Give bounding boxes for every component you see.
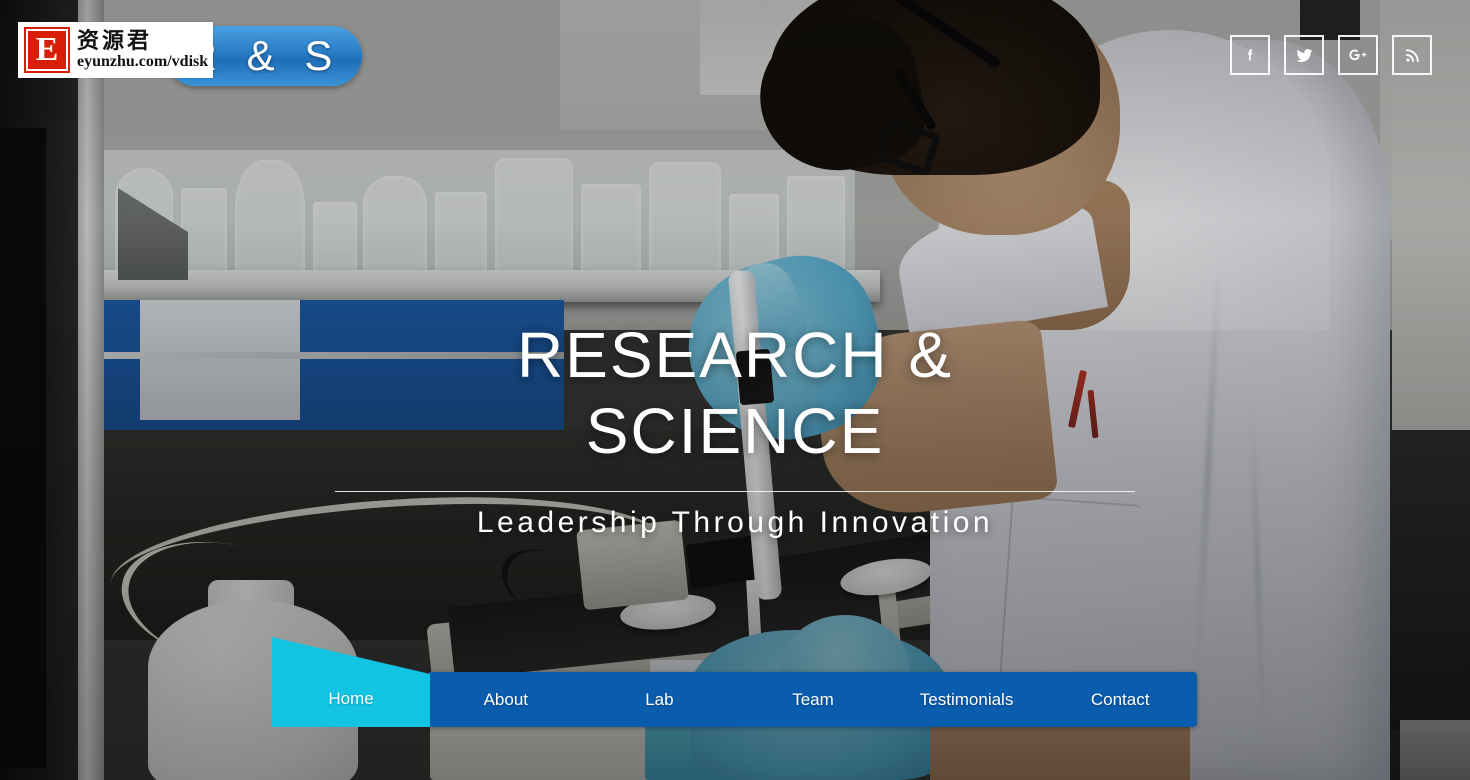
hero-title: RESEARCH & SCIENCE xyxy=(516,319,954,467)
watermark-url: eyunzhu.com/vdisk xyxy=(77,53,209,71)
nav-item-home[interactable]: Home xyxy=(272,637,430,727)
watermark-logo-icon: E xyxy=(24,27,70,73)
watermark-brand-cn: 资源君 xyxy=(77,28,153,54)
facebook-link[interactable] xyxy=(1230,35,1270,75)
nav-bar: About Lab Team Testimonials Contact xyxy=(429,672,1197,727)
nav-item-lab[interactable]: Lab xyxy=(583,690,737,710)
hero-subtitle: Leadership Through Innovation xyxy=(476,506,994,540)
watermark-logo-letter: E xyxy=(26,29,68,71)
google-plus-icon xyxy=(1348,45,1368,65)
facebook-icon xyxy=(1242,47,1258,63)
twitter-icon xyxy=(1295,46,1314,65)
rss-icon xyxy=(1404,47,1421,64)
nav-item-contact[interactable]: Contact xyxy=(1043,690,1197,710)
main-navigation: About Lab Team Testimonials Contact Home xyxy=(272,630,1197,730)
nav-item-testimonials[interactable]: Testimonials xyxy=(890,690,1044,710)
rss-link[interactable] xyxy=(1392,35,1432,75)
social-links xyxy=(1230,35,1432,75)
page-root: R & S RESEARCH & SCIENCE Leadership Thro… xyxy=(0,0,1470,780)
hero-divider xyxy=(335,491,1135,493)
nav-item-home-label: Home xyxy=(328,689,374,708)
twitter-link[interactable] xyxy=(1284,35,1324,75)
google-plus-link[interactable] xyxy=(1338,35,1378,75)
watermark-overlay: E 资源君 eyunzhu.com/vdisk xyxy=(18,22,213,78)
watermark-text: 资源君 eyunzhu.com/vdisk xyxy=(77,29,208,71)
hero-section: RESEARCH & SCIENCE Leadership Through In… xyxy=(0,318,1470,540)
nav-item-about[interactable]: About xyxy=(429,690,583,710)
nav-item-team[interactable]: Team xyxy=(736,690,890,710)
